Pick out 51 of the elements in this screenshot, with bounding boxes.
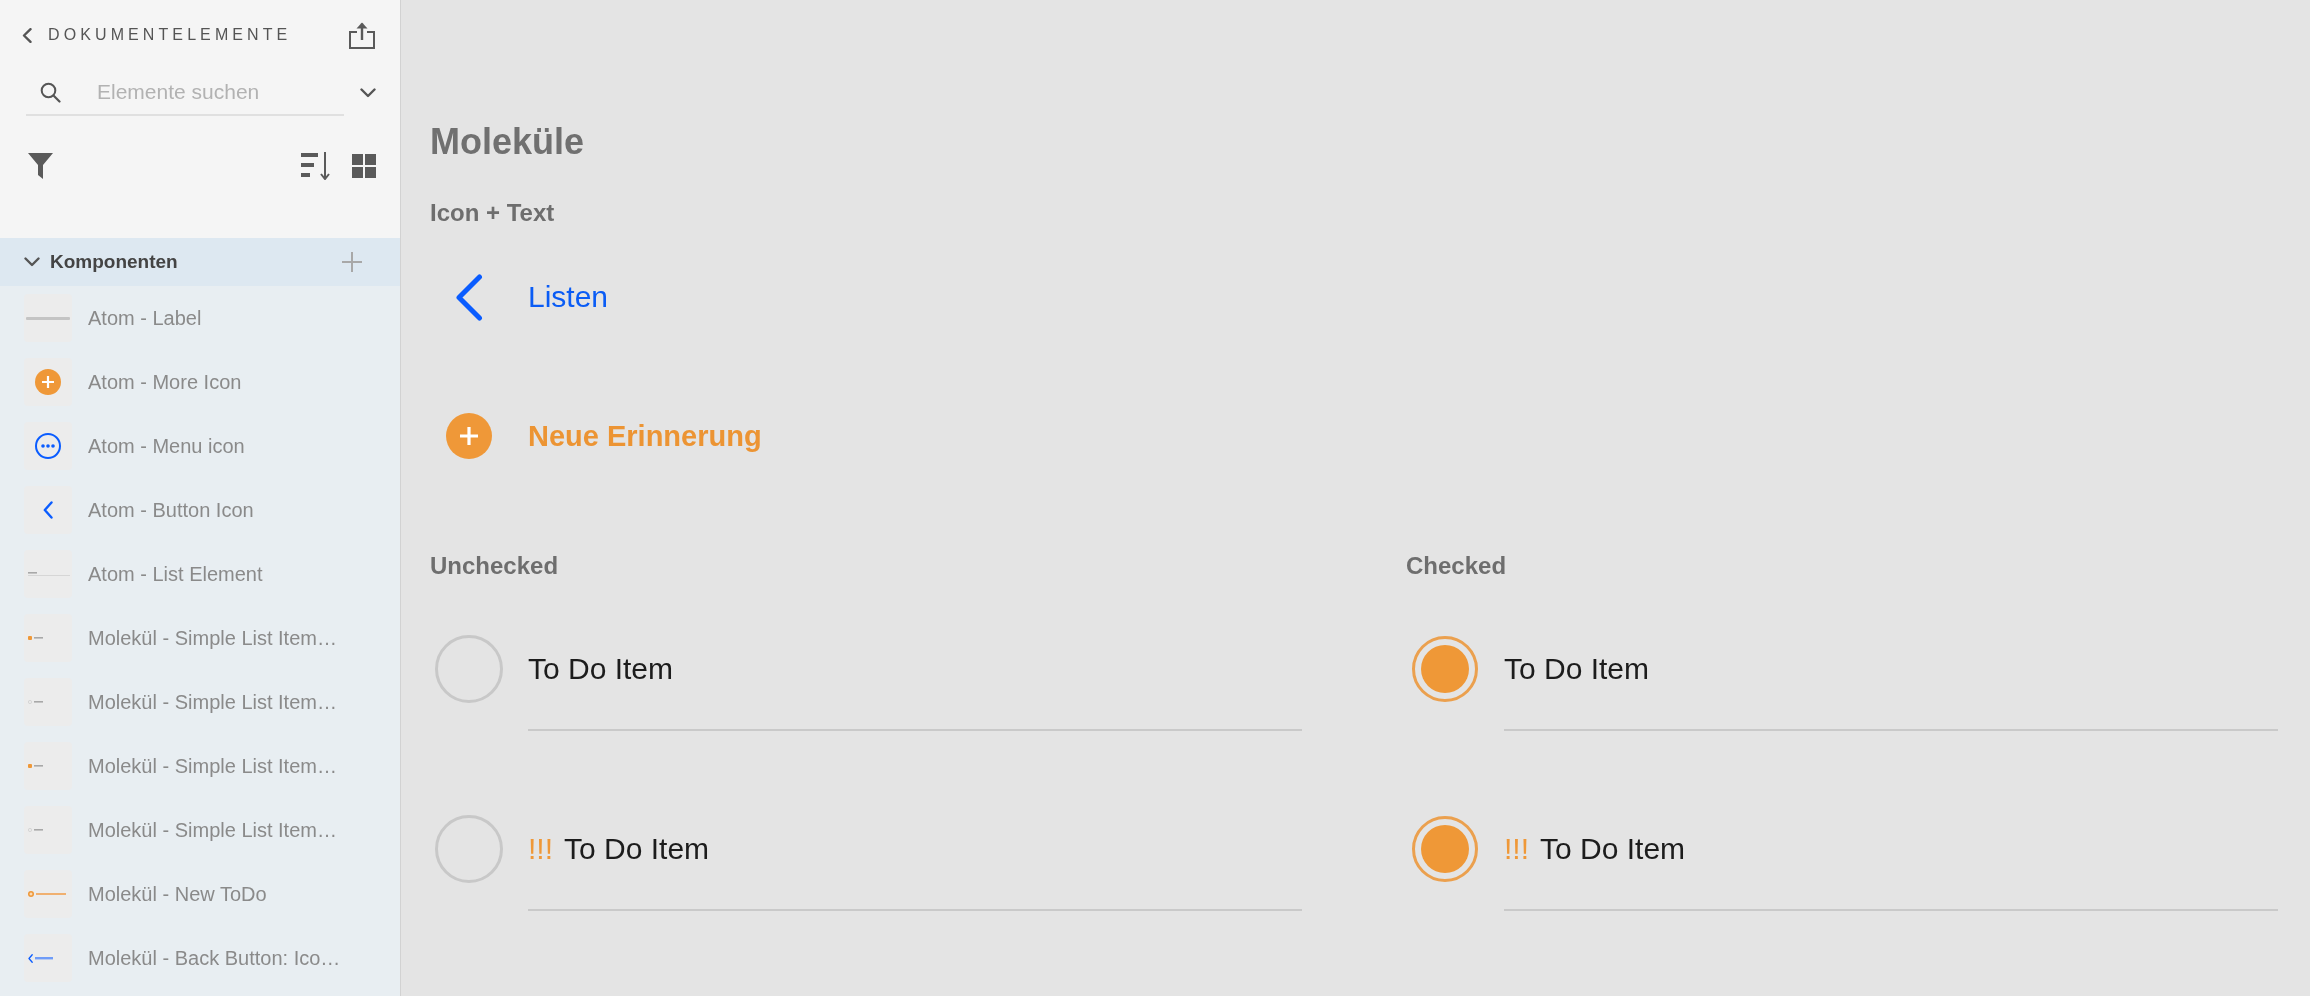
section-heading: Checked: [1406, 551, 1508, 581]
ellipsis-circle-icon: [35, 433, 61, 459]
text-line-drawing: [34, 637, 43, 639]
component-list-item[interactable]: Molekül - Simple List Item…: [0, 734, 400, 798]
todo-checkbox[interactable]: [1411, 815, 1479, 883]
component-list-item[interactable]: Molekül - Simple List Item…: [0, 798, 400, 862]
chevron-left-icon: [43, 501, 53, 519]
todo-text: To Do Item: [1504, 652, 1650, 686]
todo-checkbox[interactable]: [435, 635, 503, 703]
dropdown-chevron-icon[interactable]: [360, 88, 376, 98]
text-line-drawing: [34, 765, 43, 767]
plus-circle-icon: [28, 891, 34, 897]
chevron-left-icon: [22, 27, 32, 43]
priority-marker: !!!: [1504, 832, 1529, 866]
grid-view-icon[interactable]: [352, 154, 376, 178]
section-heading: Icon + Text: [430, 198, 556, 228]
text-line-drawing: [36, 893, 66, 895]
text-line-drawing: [34, 701, 43, 703]
share-icon[interactable]: [348, 21, 376, 49]
component-list-item[interactable]: Atom - List Element: [0, 542, 400, 606]
text-line-drawing: [35, 956, 53, 960]
section-toggle[interactable]: Komponenten: [24, 251, 178, 273]
priority-marker: !!!: [528, 832, 553, 866]
plus-circle-icon[interactable]: [446, 413, 492, 459]
todo-text: To Do Item: [1540, 832, 1686, 866]
new-reminder-link[interactable]: Neue Erinnerung: [528, 419, 762, 453]
page-title: Moleküle: [430, 120, 586, 164]
component-list-item[interactable]: Atom - Menu icon: [0, 414, 400, 478]
chevron-left-icon: [28, 953, 33, 963]
component-list-item[interactable]: Atom - Button Icon: [0, 478, 400, 542]
plus-circle-icon: [35, 369, 61, 395]
text-line-drawing: [34, 829, 43, 831]
component-list-item[interactable]: Atom - Label: [0, 286, 400, 350]
component-list-item[interactable]: Atom - More Icon: [0, 350, 400, 414]
component-list-item[interactable]: Molekül - Back Button: Ico…: [0, 926, 400, 990]
filter-icon[interactable]: [28, 153, 53, 179]
back-link[interactable]: Listen: [528, 280, 609, 314]
search-field[interactable]: Elemente suchen: [26, 70, 344, 116]
search-icon: [40, 82, 61, 103]
section-heading: Unchecked: [430, 551, 560, 581]
todo-text: To Do Item: [564, 832, 710, 866]
component-list-item[interactable]: Molekül - Simple List Item…: [0, 670, 400, 734]
back-button[interactable]: DOKUMENTELEMENTE: [22, 26, 292, 44]
todo-checkbox[interactable]: [1411, 635, 1479, 703]
chevron-left-icon[interactable]: [455, 273, 483, 321]
component-list-item[interactable]: Molekül - New ToDo: [0, 862, 400, 926]
sort-icon[interactable]: [301, 152, 331, 180]
todo-text: To Do Item: [528, 652, 674, 686]
text-line-drawing: [26, 316, 70, 320]
todo-checkbox[interactable]: [435, 815, 503, 883]
component-list-item[interactable]: Molekül - Simple List Item…: [0, 606, 400, 670]
